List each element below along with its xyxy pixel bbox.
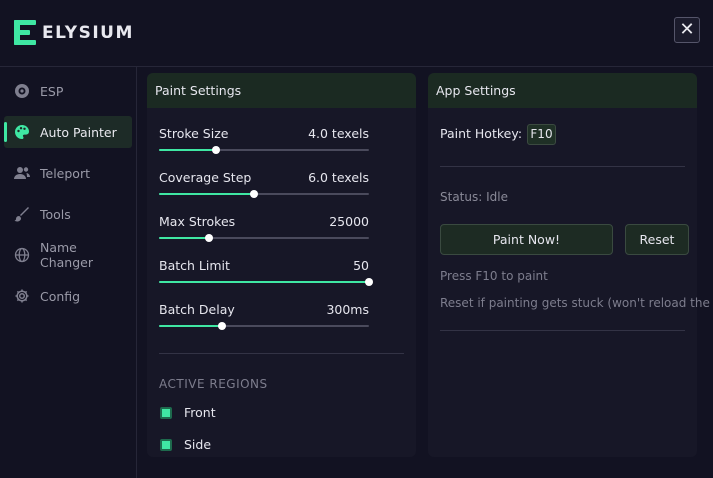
slider-value: 50 xyxy=(353,258,369,273)
slider-label: Coverage Step xyxy=(159,170,252,185)
slider-value: 25000 xyxy=(329,214,369,229)
gear-icon xyxy=(14,288,30,304)
checkbox-label: Front xyxy=(184,405,216,420)
batch-delay-slider[interactable] xyxy=(159,322,369,330)
reset-button[interactable]: Reset xyxy=(625,224,689,255)
paint-settings-panel: Paint Settings Stroke Size 4.0 texels Co… xyxy=(147,73,416,457)
batch-limit-slider[interactable] xyxy=(159,278,373,286)
max-strokes-slider[interactable] xyxy=(159,234,369,242)
paint-hotkey-button[interactable]: F10 xyxy=(527,124,556,145)
globe-icon xyxy=(14,247,30,263)
region-side-row: Side xyxy=(160,437,211,452)
slider-value: 6.0 texels xyxy=(308,170,369,185)
slider-thumb[interactable] xyxy=(365,278,373,286)
app-logo: ELYSIUM xyxy=(14,20,134,46)
sidebar-item-label: Auto Painter xyxy=(40,124,117,140)
slider-label: Max Strokes xyxy=(159,214,236,229)
logo-icon xyxy=(14,20,38,46)
brush-icon xyxy=(14,206,30,222)
sidebar-item-name-changer[interactable]: Name Changer xyxy=(4,239,132,271)
divider xyxy=(440,166,685,167)
slider-thumb[interactable] xyxy=(205,234,214,242)
sidebar: ESP Auto Painter Teleport Tools Name Cha… xyxy=(0,67,137,478)
checkbox-label: Side xyxy=(184,437,212,452)
region-side-checkbox[interactable] xyxy=(160,438,172,451)
palette-icon xyxy=(14,124,30,140)
sidebar-item-label: Name Changer xyxy=(40,240,93,270)
eye-icon xyxy=(14,83,30,99)
slider-thumb[interactable] xyxy=(211,146,220,154)
paint-hint: Press F10 to paint xyxy=(440,269,548,283)
sidebar-item-teleport[interactable]: Teleport xyxy=(4,157,132,189)
slider-label: Batch Delay xyxy=(159,302,235,317)
stroke-size-slider[interactable] xyxy=(159,146,369,154)
divider xyxy=(440,330,685,331)
sidebar-item-label: ESP xyxy=(40,83,64,99)
reset-hint: Reset if painting gets stuck (won't relo… xyxy=(440,296,711,310)
region-front-checkbox[interactable] xyxy=(160,406,172,419)
sidebar-item-esp[interactable]: ESP xyxy=(4,75,132,107)
app-settings-panel: App Settings Paint Hotkey: F10 Status: I… xyxy=(428,73,711,457)
panel-title: Paint Settings xyxy=(147,73,416,108)
slider-thumb[interactable] xyxy=(218,322,226,330)
status-text: Status: Idle xyxy=(440,190,508,204)
slider-value: 300ms xyxy=(326,302,369,317)
sidebar-item-label: Config xyxy=(40,288,81,304)
users-icon xyxy=(14,165,30,181)
title-bar: ELYSIUM ✕ xyxy=(0,0,713,67)
paint-now-button[interactable]: Paint Now! xyxy=(440,224,613,255)
slider-label: Stroke Size xyxy=(159,126,229,141)
paint-hotkey-label: Paint Hotkey: xyxy=(440,126,523,141)
slider-value: 4.0 texels xyxy=(308,126,369,141)
sidebar-item-auto-painter[interactable]: Auto Painter xyxy=(4,116,132,148)
sidebar-item-label: Tools xyxy=(40,206,71,222)
slider-thumb[interactable] xyxy=(249,190,258,198)
sidebar-item-tools[interactable]: Tools xyxy=(4,198,132,230)
app-title: ELYSIUM xyxy=(42,23,134,43)
region-front-row: Front xyxy=(160,405,216,420)
active-regions-heading: ACTIVE REGIONS xyxy=(159,377,268,391)
divider xyxy=(159,353,404,354)
sidebar-item-label: Teleport xyxy=(40,165,90,181)
coverage-step-slider[interactable] xyxy=(159,190,369,198)
close-button[interactable]: ✕ xyxy=(674,17,700,43)
sidebar-item-config[interactable]: Config xyxy=(4,280,132,312)
slider-label: Batch Limit xyxy=(159,258,230,273)
